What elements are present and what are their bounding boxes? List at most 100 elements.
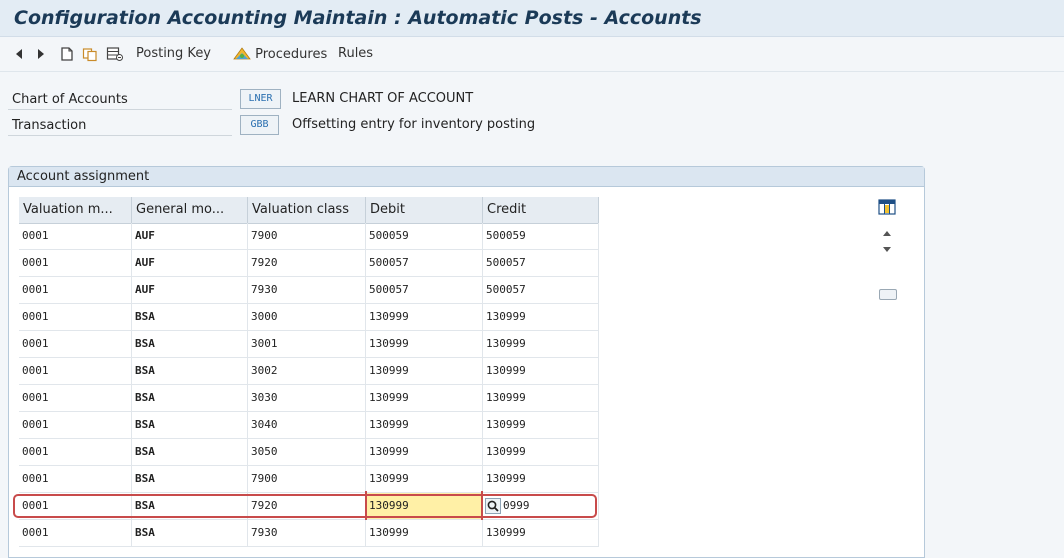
credit-cell[interactable]: 130999	[483, 304, 599, 331]
search-help-button[interactable]	[485, 498, 501, 514]
general-modifier-cell: BSA	[132, 412, 248, 439]
table-row[interactable]: 0001 BSA 3000 130999 130999	[19, 304, 599, 331]
debit-cell[interactable]: 500059	[366, 223, 483, 250]
debit-cell[interactable]: 130999	[366, 520, 483, 547]
debit-cell[interactable]: 130999	[366, 412, 483, 439]
new-entries-button[interactable]	[60, 45, 74, 63]
back-button[interactable]	[14, 45, 24, 63]
credit-cell[interactable]: 500057	[483, 277, 599, 304]
column-header-valuation-modifier[interactable]: Valuation m...	[19, 197, 132, 223]
table-header: Valuation m... General mo... Valuation c…	[19, 197, 599, 224]
valuation-modifier-cell: 0001	[19, 223, 132, 250]
focused-debit-cell-marker	[365, 491, 483, 520]
general-modifier-cell: BSA	[132, 331, 248, 358]
copy-icon	[82, 48, 97, 62]
table-row[interactable]: 0001 BSA 3050 130999 130999	[19, 439, 599, 466]
valuation-modifier-cell: 0001	[19, 250, 132, 277]
forward-button[interactable]	[36, 45, 46, 63]
debit-cell[interactable]: 130999	[366, 304, 483, 331]
title-bar: Configuration Accounting Maintain : Auto…	[0, 0, 1064, 37]
scrollbar-thumb[interactable]	[879, 289, 897, 300]
valuation-modifier-cell: 0001	[19, 331, 132, 358]
credit-cell[interactable]: 130999	[483, 412, 599, 439]
column-header-general-modifier[interactable]: General mo...	[132, 197, 248, 223]
valuation-modifier-cell: 0001	[19, 304, 132, 331]
chart-of-accounts-field[interactable]: LNER	[240, 89, 281, 109]
transaction-label: Transaction	[8, 116, 232, 136]
valuation-class-cell: 3002	[248, 358, 366, 385]
column-header-valuation-class[interactable]: Valuation class	[248, 197, 366, 223]
valuation-class-cell: 7900	[248, 223, 366, 250]
general-modifier-cell: AUF	[132, 223, 248, 250]
valuation-class-cell: 7930	[248, 520, 366, 547]
debit-cell[interactable]: 130999	[366, 439, 483, 466]
credit-cell[interactable]: 130999	[483, 466, 599, 493]
valuation-modifier-cell: 0001	[19, 277, 132, 304]
valuation-modifier-cell: 0001	[19, 439, 132, 466]
debit-cell[interactable]: 130999	[366, 358, 483, 385]
valuation-class-cell: 3001	[248, 331, 366, 358]
valuation-class-cell: 3030	[248, 385, 366, 412]
debit-cell[interactable]: 130999	[366, 466, 483, 493]
column-settings-icon	[878, 199, 896, 215]
table-row[interactable]: 0001 BSA 7930 130999 130999	[19, 520, 599, 547]
table-row[interactable]: 0001 AUF 7930 500057 500057	[19, 277, 599, 304]
table-row[interactable]: 0001 BSA 3030 130999 130999	[19, 385, 599, 412]
table-row[interactable]: 0001 BSA 3001 130999 130999	[19, 331, 599, 358]
table-row[interactable]: 0001 BSA 7900 130999 130999	[19, 466, 599, 493]
valuation-class-cell: 7900	[248, 466, 366, 493]
chart-of-accounts-description: LEARN CHART OF ACCOUNT	[292, 91, 474, 106]
scroll-down-icon	[883, 247, 891, 252]
credit-cell[interactable]: 130999	[483, 358, 599, 385]
delete-button[interactable]	[106, 45, 124, 63]
valuation-modifier-cell: 0001	[19, 520, 132, 547]
scroll-down-button[interactable]	[881, 240, 893, 252]
transaction-field[interactable]: GBB	[240, 115, 279, 135]
debit-cell[interactable]: 130999	[366, 385, 483, 412]
credit-cell[interactable]: 130999	[483, 331, 599, 358]
scroll-up-button[interactable]	[881, 225, 893, 237]
valuation-modifier-cell: 0001	[19, 466, 132, 493]
valuation-modifier-cell: 0001	[19, 412, 132, 439]
credit-cell[interactable]: 130999	[483, 385, 599, 412]
general-modifier-cell: BSA	[132, 304, 248, 331]
credit-cell[interactable]: 500059	[483, 223, 599, 250]
transaction-description: Offsetting entry for inventory posting	[292, 117, 536, 132]
account-assignment-title: Account assignment	[9, 167, 924, 187]
column-header-credit[interactable]: Credit	[483, 197, 599, 223]
chart-of-accounts-label: Chart of Accounts	[8, 90, 232, 110]
procedures-label: Procedures	[255, 47, 328, 62]
posting-key-button[interactable]: Posting Key	[136, 45, 211, 63]
column-header-debit[interactable]: Debit	[366, 197, 483, 223]
column-settings-button[interactable]	[878, 199, 896, 215]
general-modifier-cell: BSA	[132, 439, 248, 466]
table-row[interactable]: 0001 BSA 3002 130999 130999	[19, 358, 599, 385]
general-modifier-cell: BSA	[132, 358, 248, 385]
valuation-modifier-cell: 0001	[19, 385, 132, 412]
debit-cell[interactable]: 500057	[366, 250, 483, 277]
valuation-class-cell: 7920	[248, 250, 366, 277]
scroll-up-icon	[883, 231, 891, 236]
table-row[interactable]: 0001 BSA 3040 130999 130999	[19, 412, 599, 439]
general-modifier-cell: BSA	[132, 520, 248, 547]
procedures-button[interactable]: Procedures	[233, 45, 327, 63]
vertical-scrollbar[interactable]	[876, 222, 898, 542]
new-document-icon	[61, 47, 73, 61]
delete-icon	[106, 47, 123, 61]
general-modifier-cell: AUF	[132, 277, 248, 304]
credit-cell[interactable]: 130999	[483, 439, 599, 466]
credit-cell[interactable]: 130999	[483, 520, 599, 547]
credit-cell[interactable]: 500057	[483, 250, 599, 277]
table-row[interactable]: 0001 AUF 7920 500057 500057	[19, 250, 599, 277]
general-modifier-cell: BSA	[132, 385, 248, 412]
rules-button[interactable]: Rules	[338, 45, 373, 63]
page-title: Configuration Accounting Maintain : Auto…	[14, 7, 702, 29]
debit-cell[interactable]: 130999	[366, 331, 483, 358]
search-icon	[485, 498, 501, 514]
table-row[interactable]: 0001 AUF 7900 500059 500059	[19, 223, 599, 250]
valuation-class-cell: 3000	[248, 304, 366, 331]
debit-cell[interactable]: 500057	[366, 277, 483, 304]
right-arrow-icon	[38, 49, 44, 59]
valuation-class-cell: 3050	[248, 439, 366, 466]
copy-button[interactable]	[82, 45, 98, 63]
